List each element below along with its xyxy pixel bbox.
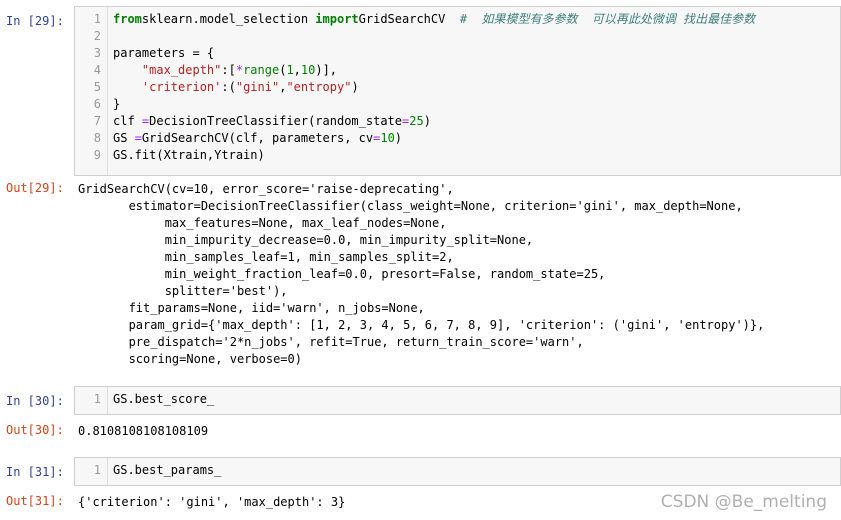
code-line: clf =DecisionTreeClassifier(random_state… <box>113 113 755 130</box>
line-number: 9 <box>93 148 101 162</box>
output-line: fit_params=None, iid='warn', n_jobs=None… <box>78 301 425 315</box>
code-token: :[ <box>221 63 236 77</box>
code-line: GS.fit(Xtrain,Ytrain) <box>113 147 755 164</box>
output-line: min_weight_fraction_leaf=0.0, presort=Fa… <box>78 267 606 281</box>
code-token: # 如果模型有多参数 可以再此处微调 找出最佳参数 <box>459 12 756 26</box>
line-number-gutter: 1 <box>75 458 108 485</box>
output-area-30: 0.8108108108108109 <box>78 423 208 440</box>
code-token: * <box>235 63 244 77</box>
output-area-29: GridSearchCV(cv=10, error_score='raise-d… <box>78 181 764 368</box>
code-token: } <box>113 97 121 111</box>
out-prompt-29: Out[29]: <box>6 181 64 195</box>
code-token: clf <box>113 114 142 128</box>
code-token: "entropy" <box>286 80 352 94</box>
line-number-gutter: 1 2 3 4 5 6 7 8 9 <box>75 7 108 175</box>
code-token: 25 <box>409 114 424 128</box>
code-line: parameters = { <box>113 45 755 62</box>
code-token: 1 <box>286 63 294 77</box>
line-number: 7 <box>93 114 101 128</box>
out-prompt-30: Out[30]: <box>6 423 64 437</box>
code-token: GS.fit(Xtrain,Ytrain) <box>113 148 265 162</box>
code-token: 10 <box>380 131 395 145</box>
line-number: 2 <box>93 29 101 43</box>
code-token: , <box>293 63 301 77</box>
code-token: "max_depth" <box>141 63 222 77</box>
output-line: min_impurity_decrease=0.0, min_impurity_… <box>78 233 534 247</box>
code-token: GridSearchCV(clf, parameters, cv <box>141 131 374 145</box>
code-cell-31[interactable]: 1 GS.best_params_ <box>74 457 841 486</box>
code-line: 'criterion':("gini","entropy") <box>113 79 755 96</box>
code-token: GS <box>113 131 135 145</box>
code-token: GS.best_score_ <box>113 392 215 406</box>
output-line: {'criterion': 'gini', 'max_depth': 3} <box>78 495 346 509</box>
line-number: 1 <box>93 392 101 406</box>
code-token: import <box>315 12 359 26</box>
in-prompt-30: In [30]: <box>6 394 64 408</box>
line-number-gutter: 1 <box>75 387 108 414</box>
code-token: from <box>113 12 142 26</box>
code-line: GS.best_score_ <box>113 391 214 408</box>
line-number: 1 <box>93 12 101 26</box>
output-line: GridSearchCV(cv=10, error_score='raise-d… <box>78 182 454 196</box>
code-editor[interactable]: GS.best_params_ <box>113 462 221 479</box>
output-line: min_samples_leaf=1, min_samples_split=2, <box>78 250 454 264</box>
line-number: 4 <box>93 63 101 77</box>
code-token: :( <box>221 80 236 94</box>
line-number: 3 <box>93 46 101 60</box>
code-line: GS =GridSearchCV(clf, parameters, cv=10) <box>113 130 755 147</box>
code-token: sklearn.model_selection <box>141 12 316 26</box>
code-cell-30[interactable]: 1 GS.best_score_ <box>74 386 841 415</box>
output-line: estimator=DecisionTreeClassifier(class_w… <box>78 199 743 213</box>
in-prompt-29: In [29]: <box>6 14 64 28</box>
output-line: param_grid={'max_depth': [1, 2, 3, 4, 5,… <box>78 318 765 332</box>
code-token: ) <box>423 114 431 128</box>
code-token: 'criterion' <box>141 80 222 94</box>
code-cell-29[interactable]: 1 2 3 4 5 6 7 8 9 fromsklearn.model_selection im… <box>74 6 841 176</box>
code-token: DecisionTreeClassifier(random_state <box>149 114 403 128</box>
output-line: pre_dispatch='2*n_jobs', refit=True, ret… <box>78 335 584 349</box>
output-line: 0.8108108108108109 <box>78 424 209 438</box>
code-token: )], <box>315 63 338 77</box>
output-line: scoring=None, verbose=0) <box>78 352 302 366</box>
code-token: "gini" <box>235 80 280 94</box>
code-token: parameters = { <box>113 46 215 60</box>
line-number: 5 <box>93 80 101 94</box>
code-token: = <box>134 131 142 145</box>
line-number: 6 <box>93 97 101 111</box>
line-number: 1 <box>93 463 101 477</box>
code-editor[interactable]: GS.best_score_ <box>113 391 214 408</box>
code-line: "max_depth":[*range(1,10)], <box>113 62 755 79</box>
output-line: max_features=None, max_leaf_nodes=None, <box>78 216 447 230</box>
output-line: splitter='best'), <box>78 284 288 298</box>
code-token: ) <box>394 131 403 145</box>
code-token: 10 <box>300 63 316 77</box>
code-token: GridSearchCV <box>358 12 460 26</box>
out-prompt-31: Out[31]: <box>6 494 64 508</box>
code-token: range <box>243 63 280 77</box>
code-line: } <box>113 96 755 113</box>
output-area-31: {'criterion': 'gini', 'max_depth': 3} <box>78 494 345 511</box>
code-line: fromsklearn.model_selection importGridSe… <box>113 11 755 28</box>
watermark: CSDN @Be_melting <box>660 492 827 512</box>
in-prompt-31: In [31]: <box>6 465 64 479</box>
code-editor[interactable]: fromsklearn.model_selection importGridSe… <box>113 11 755 164</box>
code-token: GS.best_params_ <box>113 463 222 477</box>
line-number: 8 <box>93 131 101 145</box>
code-token: ) <box>351 80 359 94</box>
code-line: GS.best_params_ <box>113 462 221 479</box>
